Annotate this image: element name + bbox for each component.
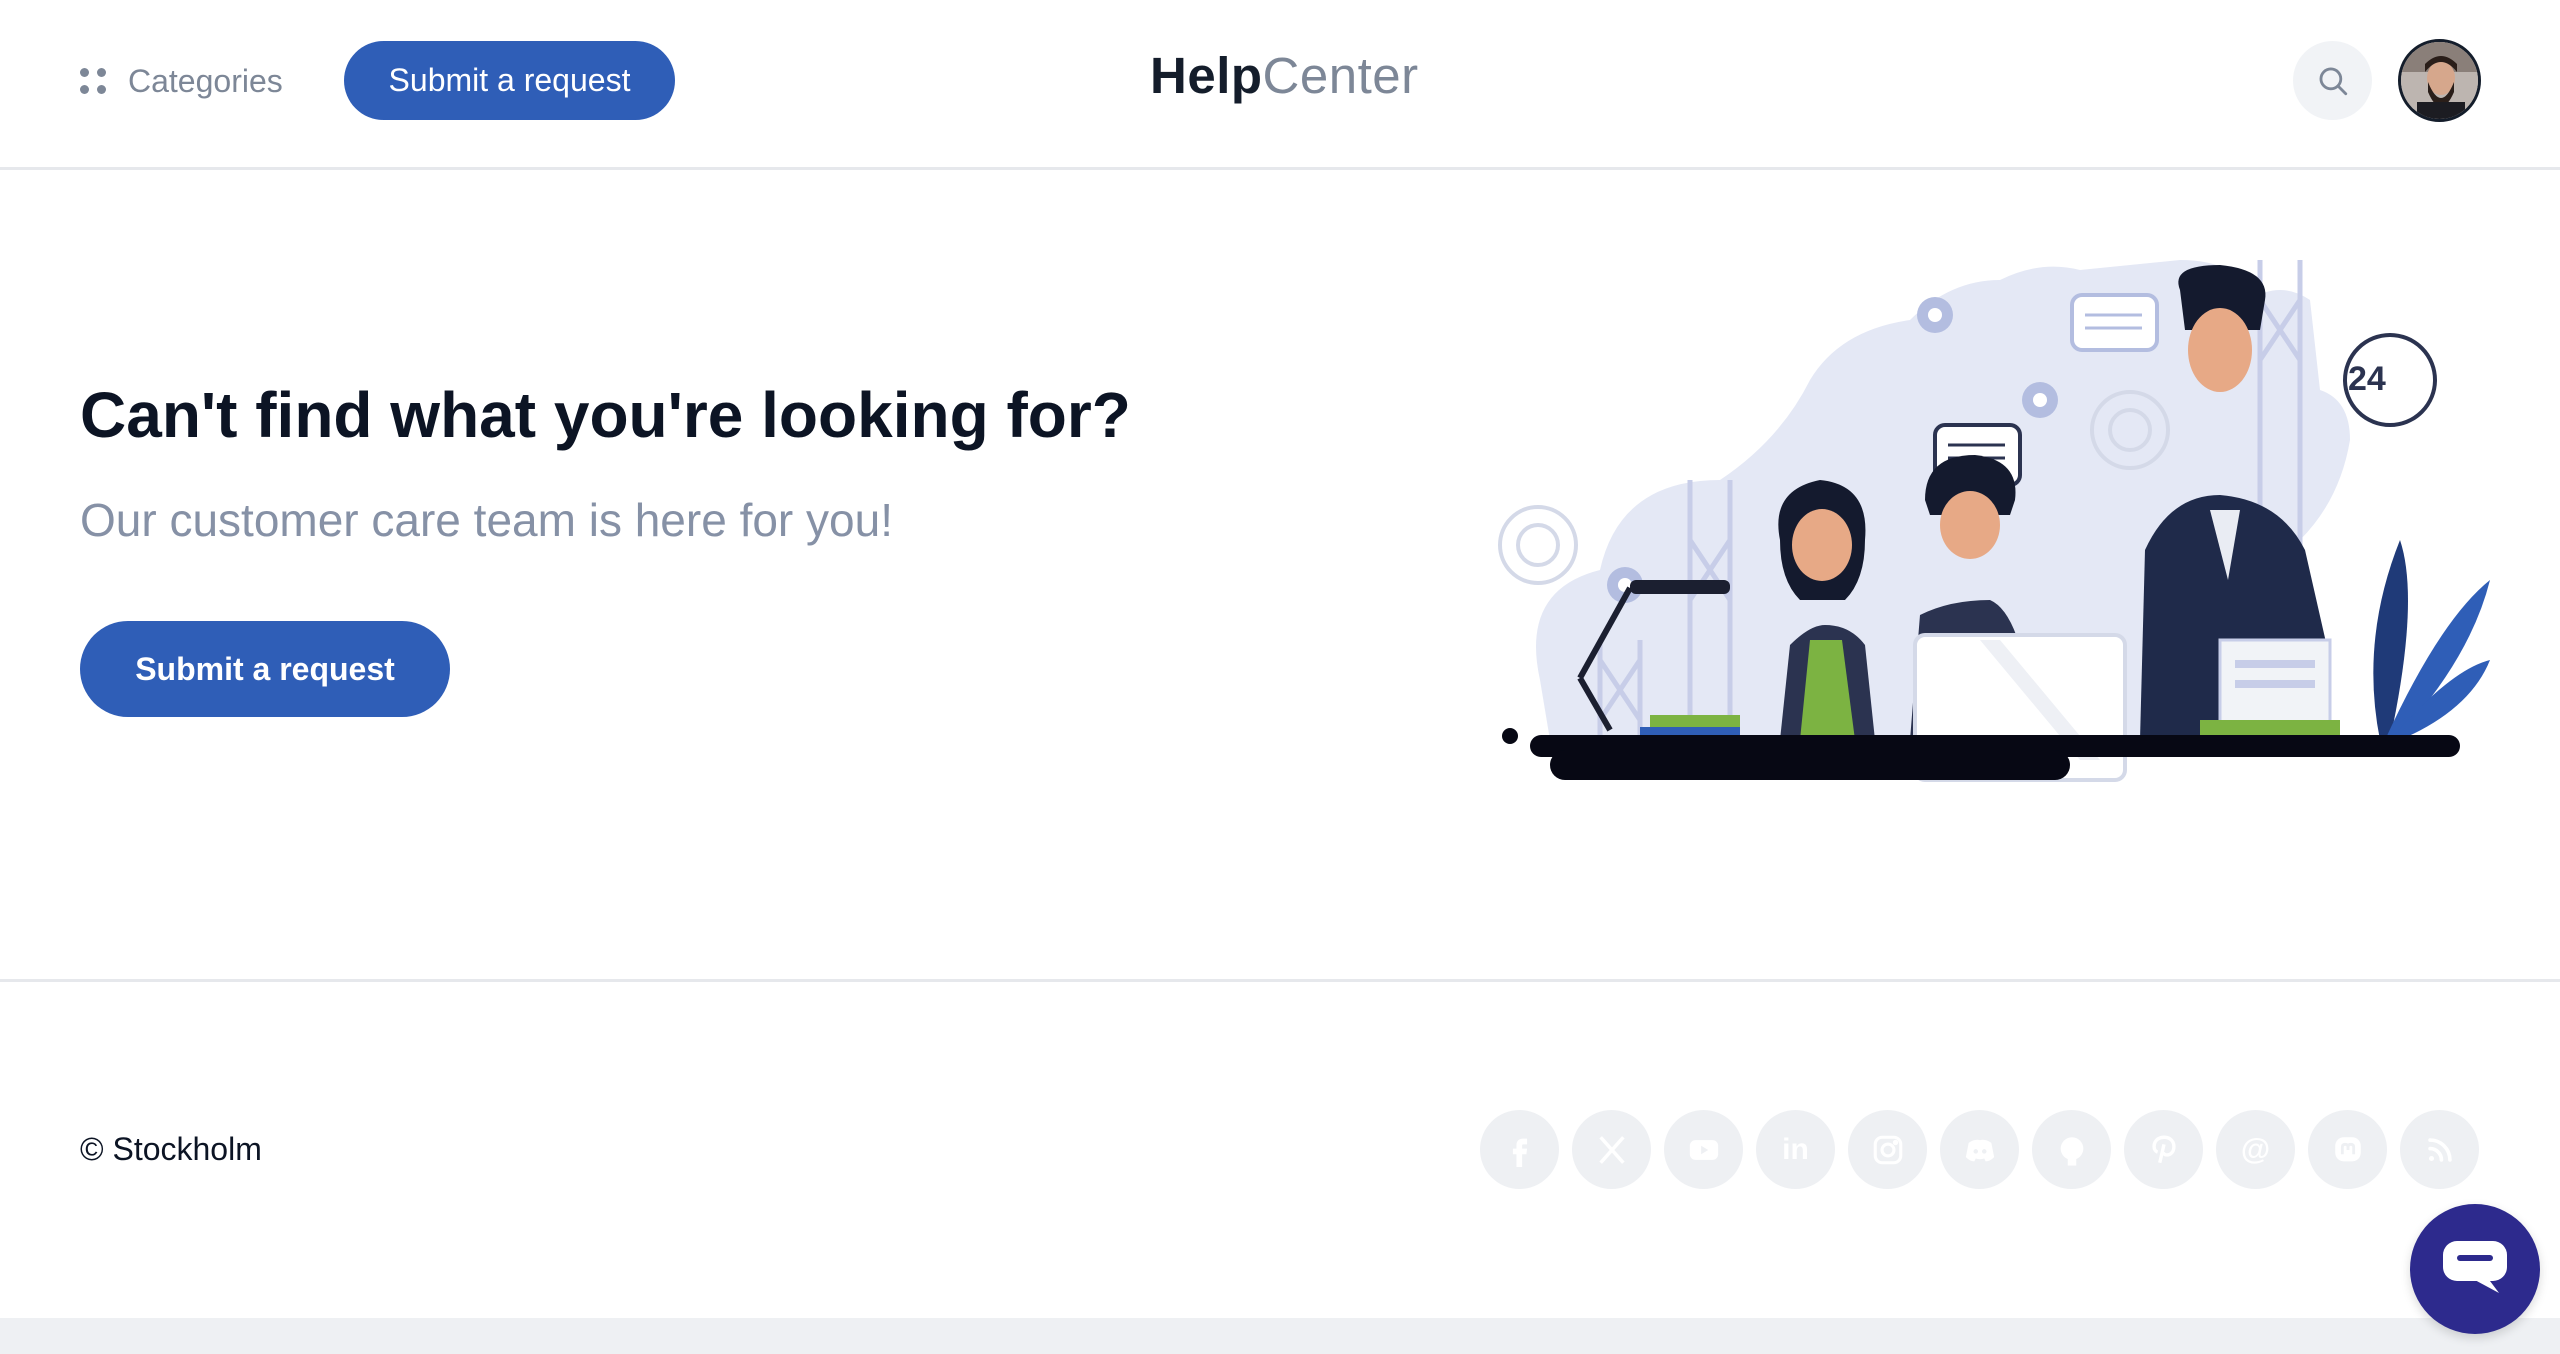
mastodon-icon (2334, 1136, 2361, 1161)
x-link[interactable] (1572, 1110, 1651, 1189)
user-avatar[interactable] (2398, 39, 2481, 122)
rss-icon (2427, 1137, 2452, 1162)
search-button[interactable] (2293, 41, 2372, 120)
youtube-icon (1689, 1139, 1718, 1160)
x-icon (1598, 1135, 1625, 1164)
content-divider (0, 979, 2560, 982)
grid-dots-icon (80, 68, 106, 94)
site-header: Categories Submit a request HelpCenter (0, 0, 2560, 170)
rss-link[interactable] (2400, 1110, 2479, 1189)
threads-link[interactable]: @ (2216, 1110, 2295, 1189)
discord-link[interactable] (1940, 1110, 2019, 1189)
pinterest-link[interactable] (2124, 1110, 2203, 1189)
discord-icon (1965, 1139, 1994, 1161)
site-logo[interactable]: HelpCenter (1150, 46, 1419, 105)
pinterest-icon (2151, 1135, 2176, 1163)
bottom-band (0, 1318, 2560, 1354)
hero-title: Can't find what you're looking for? (80, 379, 1131, 451)
facebook-icon (1512, 1138, 1527, 1167)
github-icon (2060, 1136, 2083, 1166)
illustration-24-label: 24 (2348, 360, 2386, 398)
linkedin-icon: in (1782, 1132, 1809, 1166)
threads-icon: @ (2240, 1132, 2271, 1166)
hero-submit-request-button[interactable]: Submit a request (80, 621, 450, 717)
linkedin-link[interactable]: in (1756, 1110, 1835, 1189)
instagram-icon (1873, 1135, 1902, 1164)
github-link[interactable] (2032, 1110, 2111, 1189)
customer-care-illustration: 24 (1498, 260, 2490, 782)
logo-bold-text: Help (1150, 47, 1263, 104)
copyright-text: © Stockholm (80, 1131, 262, 1167)
chat-widget-button[interactable] (2410, 1204, 2540, 1334)
chat-icon (2443, 1241, 2507, 1293)
instagram-link[interactable] (1848, 1110, 1927, 1189)
categories-menu-button[interactable]: Categories (80, 57, 283, 105)
mastodon-link[interactable] (2308, 1110, 2387, 1189)
header-submit-request-button[interactable]: Submit a request (344, 41, 675, 120)
social-links: in @ (1480, 1110, 2479, 1189)
categories-label: Categories (128, 62, 283, 99)
logo-light-text: Center (1262, 47, 1419, 104)
facebook-link[interactable] (1480, 1110, 1559, 1189)
search-icon (2319, 67, 2347, 95)
youtube-link[interactable] (1664, 1110, 1743, 1189)
hero-subtitle: Our customer care team is here for you! (80, 494, 893, 546)
